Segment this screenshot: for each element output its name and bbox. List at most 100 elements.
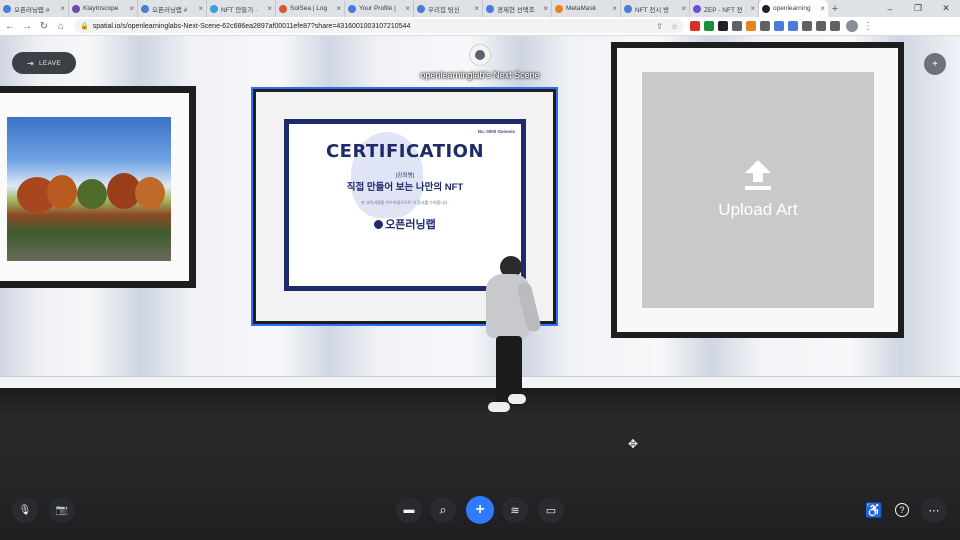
tab-close-icon[interactable]: ×	[129, 4, 134, 13]
back-button[interactable]: ←	[3, 18, 17, 34]
extension-icon[interactable]	[774, 21, 784, 31]
screen-share-button[interactable]: ▭	[538, 497, 564, 523]
browser-tab[interactable]: 경제현 선택조 ×	[483, 0, 552, 17]
accessibility-button[interactable]: ♿	[861, 497, 887, 523]
certificate-course-name: 직접 만들어 보는 나만의 NFT	[346, 182, 464, 193]
tab-favicon	[486, 4, 494, 13]
invite-button[interactable]: +	[924, 53, 946, 75]
extension-icon[interactable]	[760, 21, 770, 31]
accessibility-icon: ♿	[865, 501, 883, 518]
certificate-org: 오픈러닝랩	[385, 219, 436, 231]
tab-close-icon[interactable]: ×	[474, 4, 479, 13]
upload-icon	[745, 160, 771, 190]
tab-favicon	[348, 4, 356, 13]
artwork-frame-empty[interactable]: Upload Art	[611, 42, 904, 338]
certificate-title: CERTIFICATION	[325, 141, 485, 162]
extension-icon[interactable]	[704, 21, 714, 31]
gallery-scene[interactable]: No. 0000 Genesis CERTIFICATION [강좌명] 직접 …	[0, 36, 960, 540]
tab-title: openlearning	[773, 5, 811, 12]
add-icon: +	[475, 501, 485, 518]
extension-icon[interactable]	[718, 21, 728, 31]
upload-art-area[interactable]: Upload Art	[642, 72, 874, 308]
browser-tab[interactable]: NFT 전시 방 ×	[621, 0, 690, 17]
tab-title: NFT 전시 방	[635, 6, 670, 14]
browser-menu-icon[interactable]: ⋮	[863, 21, 873, 32]
tab-favicon	[762, 4, 770, 13]
app-window: 오픈러닝랩 # × Klaytnscope × 오픈러닝랩 # × NFT 만들기 ·…	[0, 0, 960, 540]
tab-close-icon[interactable]: ×	[336, 4, 341, 13]
tab-favicon	[72, 4, 80, 13]
home-button[interactable]: ⌂	[54, 18, 68, 34]
tab-title: MetaMask	[566, 5, 596, 12]
browser-tab[interactable]: NFT 만들기 · ×	[207, 0, 276, 17]
tab-title: Your Profile |	[359, 5, 396, 12]
tree-shape	[47, 175, 77, 209]
certificate-description: 본 교육과정을 이수하였으므로 이 증서를 수여합니다.	[361, 200, 449, 205]
bookmark-star-icon[interactable]: ☆	[671, 22, 678, 31]
help-button[interactable]: ?	[889, 497, 915, 523]
tab-close-icon[interactable]: ×	[612, 4, 617, 13]
extension-icon[interactable]	[732, 21, 742, 31]
metamask-icon[interactable]	[746, 21, 756, 31]
add-button[interactable]: +	[466, 496, 494, 524]
upload-art-label: Upload Art	[718, 200, 798, 219]
share-icon[interactable]: ⇪	[656, 22, 663, 31]
browser-tab[interactable]: SolSea | Log ×	[276, 0, 345, 17]
help-icon: ?	[895, 503, 909, 517]
forward-button[interactable]: →	[20, 18, 34, 34]
sidepanel-icon[interactable]	[830, 21, 840, 31]
camera-toggle-button[interactable]: 📷	[49, 497, 75, 523]
browser-tab[interactable]: 우리집 팅신 ×	[414, 0, 483, 17]
artwork-frame-landscape[interactable]	[0, 86, 196, 288]
browser-tab-active[interactable]: openlearning ×	[759, 0, 828, 17]
restore-button[interactable]: ❐	[904, 0, 932, 17]
content-button[interactable]: ▬	[396, 497, 422, 523]
reload-button[interactable]: ↻	[37, 18, 51, 34]
tab-close-icon[interactable]: ×	[543, 4, 548, 13]
emote-icon: ≋	[510, 504, 520, 517]
tab-title: 오픈러닝랩 #	[152, 6, 188, 14]
tab-close-icon[interactable]: ×	[198, 4, 203, 13]
puzzle-icon[interactable]	[816, 21, 826, 31]
certificate-course-tag: [강좌명]	[395, 173, 415, 179]
frame-mat	[0, 93, 189, 281]
tab-close-icon[interactable]: ×	[267, 4, 272, 13]
tab-title: 오픈러닝랩 #	[14, 6, 50, 14]
leave-label: LEAVE	[39, 59, 61, 67]
browser-tab[interactable]: 오픈러닝랩 # ×	[138, 0, 207, 17]
search-button[interactable]: ⌕	[430, 497, 456, 523]
mic-toggle-button[interactable]: 🎙	[12, 497, 38, 523]
browser-tab[interactable]: 오픈러닝랩 # ×	[0, 0, 69, 17]
tab-favicon	[693, 4, 701, 13]
tab-favicon	[417, 4, 425, 13]
more-icon: ⋯	[928, 504, 940, 517]
tab-title: NFT 만들기 ·	[221, 6, 258, 14]
browser-tab[interactable]: MetaMask ×	[552, 0, 621, 17]
tab-close-icon[interactable]: ×	[681, 4, 686, 13]
emote-button[interactable]: ≋	[502, 497, 528, 523]
extension-icon[interactable]	[788, 21, 798, 31]
tab-favicon	[3, 4, 11, 13]
tab-close-icon[interactable]: ×	[750, 4, 755, 13]
new-tab-button[interactable]: +	[828, 0, 842, 17]
address-bar[interactable]: 🔒 spatial.io/s/openlearninglabs-Next-Sce…	[74, 19, 684, 33]
browser-tab[interactable]: ZEP - NFT 전 ×	[690, 0, 759, 17]
user-avatar-character	[478, 256, 548, 436]
more-button[interactable]: ⋯	[921, 497, 947, 523]
browser-toolbar: ← → ↻ ⌂ 🔒 spatial.io/s/openlearninglabs-…	[0, 17, 960, 36]
extension-icon[interactable]	[802, 21, 812, 31]
close-window-button[interactable]: ✕	[932, 0, 960, 17]
leave-button[interactable]: ⇥ LEAVE	[12, 52, 76, 74]
tab-title: ZEP - NFT 전	[704, 6, 743, 14]
browser-tab[interactable]: Klaytnscope ×	[69, 0, 138, 17]
tab-favicon	[279, 4, 287, 13]
tab-close-icon[interactable]: ×	[405, 4, 410, 13]
browser-tab[interactable]: Your Profile | ×	[345, 0, 414, 17]
frame-mat: Upload Art	[617, 48, 898, 332]
tab-close-icon[interactable]: ×	[820, 4, 825, 13]
tab-close-icon[interactable]: ×	[60, 4, 65, 13]
minimize-button[interactable]: –	[876, 0, 904, 17]
search-icon: ⌕	[439, 502, 447, 517]
extension-icon[interactable]	[690, 21, 700, 31]
profile-avatar[interactable]	[846, 20, 858, 32]
